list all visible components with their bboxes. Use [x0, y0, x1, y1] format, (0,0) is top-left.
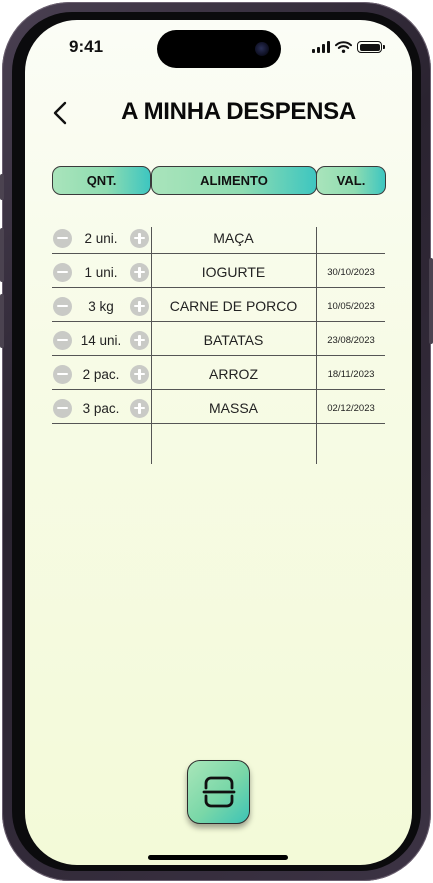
battery-icon: [357, 41, 385, 53]
expiry-date: 10/05/2023: [327, 300, 375, 312]
quantity-stepper: 3 pac.: [53, 391, 149, 425]
increase-button[interactable]: [130, 398, 149, 418]
expiry-date: 02/12/2023: [327, 402, 375, 414]
phone-frame: 9:41 A MINHA DESPENSA QNT. ALIMENTO VAL.: [0, 2, 433, 881]
quantity-stepper: 3 kg: [53, 289, 149, 323]
quantity-stepper: 2 pac.: [53, 357, 149, 391]
minus-icon: [57, 372, 68, 376]
expiry-date: 18/11/2023: [327, 368, 375, 380]
column-header-expiry[interactable]: VAL.: [316, 166, 386, 195]
status-time: 9:41: [69, 37, 104, 56]
decrease-button[interactable]: [53, 364, 72, 384]
minus-icon: [57, 338, 68, 342]
home-indicator[interactable]: [148, 855, 288, 860]
food-name: ARROZ: [209, 366, 258, 382]
decrease-button[interactable]: [53, 262, 72, 282]
dynamic-island: [157, 30, 281, 68]
increase-button[interactable]: [130, 228, 149, 248]
increase-button[interactable]: [130, 262, 149, 282]
quantity-value: 2 pac.: [82, 366, 120, 382]
volume-up-button: [0, 228, 4, 282]
expiry-date: [317, 221, 385, 255]
back-button[interactable]: [47, 96, 73, 130]
column-header-quantity[interactable]: QNT.: [52, 166, 151, 195]
screen: 9:41 A MINHA DESPENSA QNT. ALIMENTO VAL.: [25, 20, 412, 865]
scan-button[interactable]: [187, 760, 250, 824]
power-button: [429, 258, 433, 344]
food-name: BATATAS: [203, 332, 264, 348]
food-name: MAÇA: [213, 230, 254, 246]
quantity-stepper: 1 uni.: [53, 255, 149, 289]
quantity-value: 1 uni.: [84, 264, 118, 280]
camera-icon: [255, 42, 269, 56]
quantity-value: 14 uni.: [80, 332, 122, 348]
signal-icon: [312, 41, 330, 53]
column-header-food[interactable]: ALIMENTO: [151, 166, 317, 195]
quantity-stepper: 14 uni.: [53, 323, 149, 357]
decrease-button[interactable]: [53, 228, 72, 248]
decrease-button[interactable]: [53, 398, 72, 418]
food-name: IOGURTE: [201, 264, 266, 280]
volume-down-button: [0, 294, 4, 348]
increase-button[interactable]: [130, 364, 149, 384]
status-icons: [312, 41, 385, 53]
minus-icon: [57, 406, 68, 410]
chevron-left-icon: [53, 101, 67, 125]
quantity-value: 3 kg: [88, 298, 114, 314]
minus-icon: [57, 270, 68, 274]
wifi-icon: [335, 41, 352, 53]
quantity-value: 2 uni.: [84, 230, 118, 246]
food-name: CARNE DE PORCO: [169, 298, 298, 314]
quantity-value: 3 pac.: [82, 400, 120, 416]
minus-icon: [57, 236, 68, 240]
increase-button[interactable]: [130, 296, 149, 316]
decrease-button[interactable]: [53, 330, 72, 350]
page-title: A MINHA DESPENSA: [121, 98, 356, 125]
scan-icon: [202, 776, 235, 808]
mute-switch: [0, 174, 4, 200]
quantity-stepper: 2 uni.: [53, 221, 149, 255]
decrease-button[interactable]: [53, 296, 72, 316]
minus-icon: [57, 304, 68, 308]
increase-button[interactable]: [130, 330, 149, 350]
expiry-date: 30/10/2023: [327, 266, 375, 278]
expiry-date: 23/08/2023: [327, 334, 375, 346]
food-name: MASSA: [208, 400, 258, 416]
